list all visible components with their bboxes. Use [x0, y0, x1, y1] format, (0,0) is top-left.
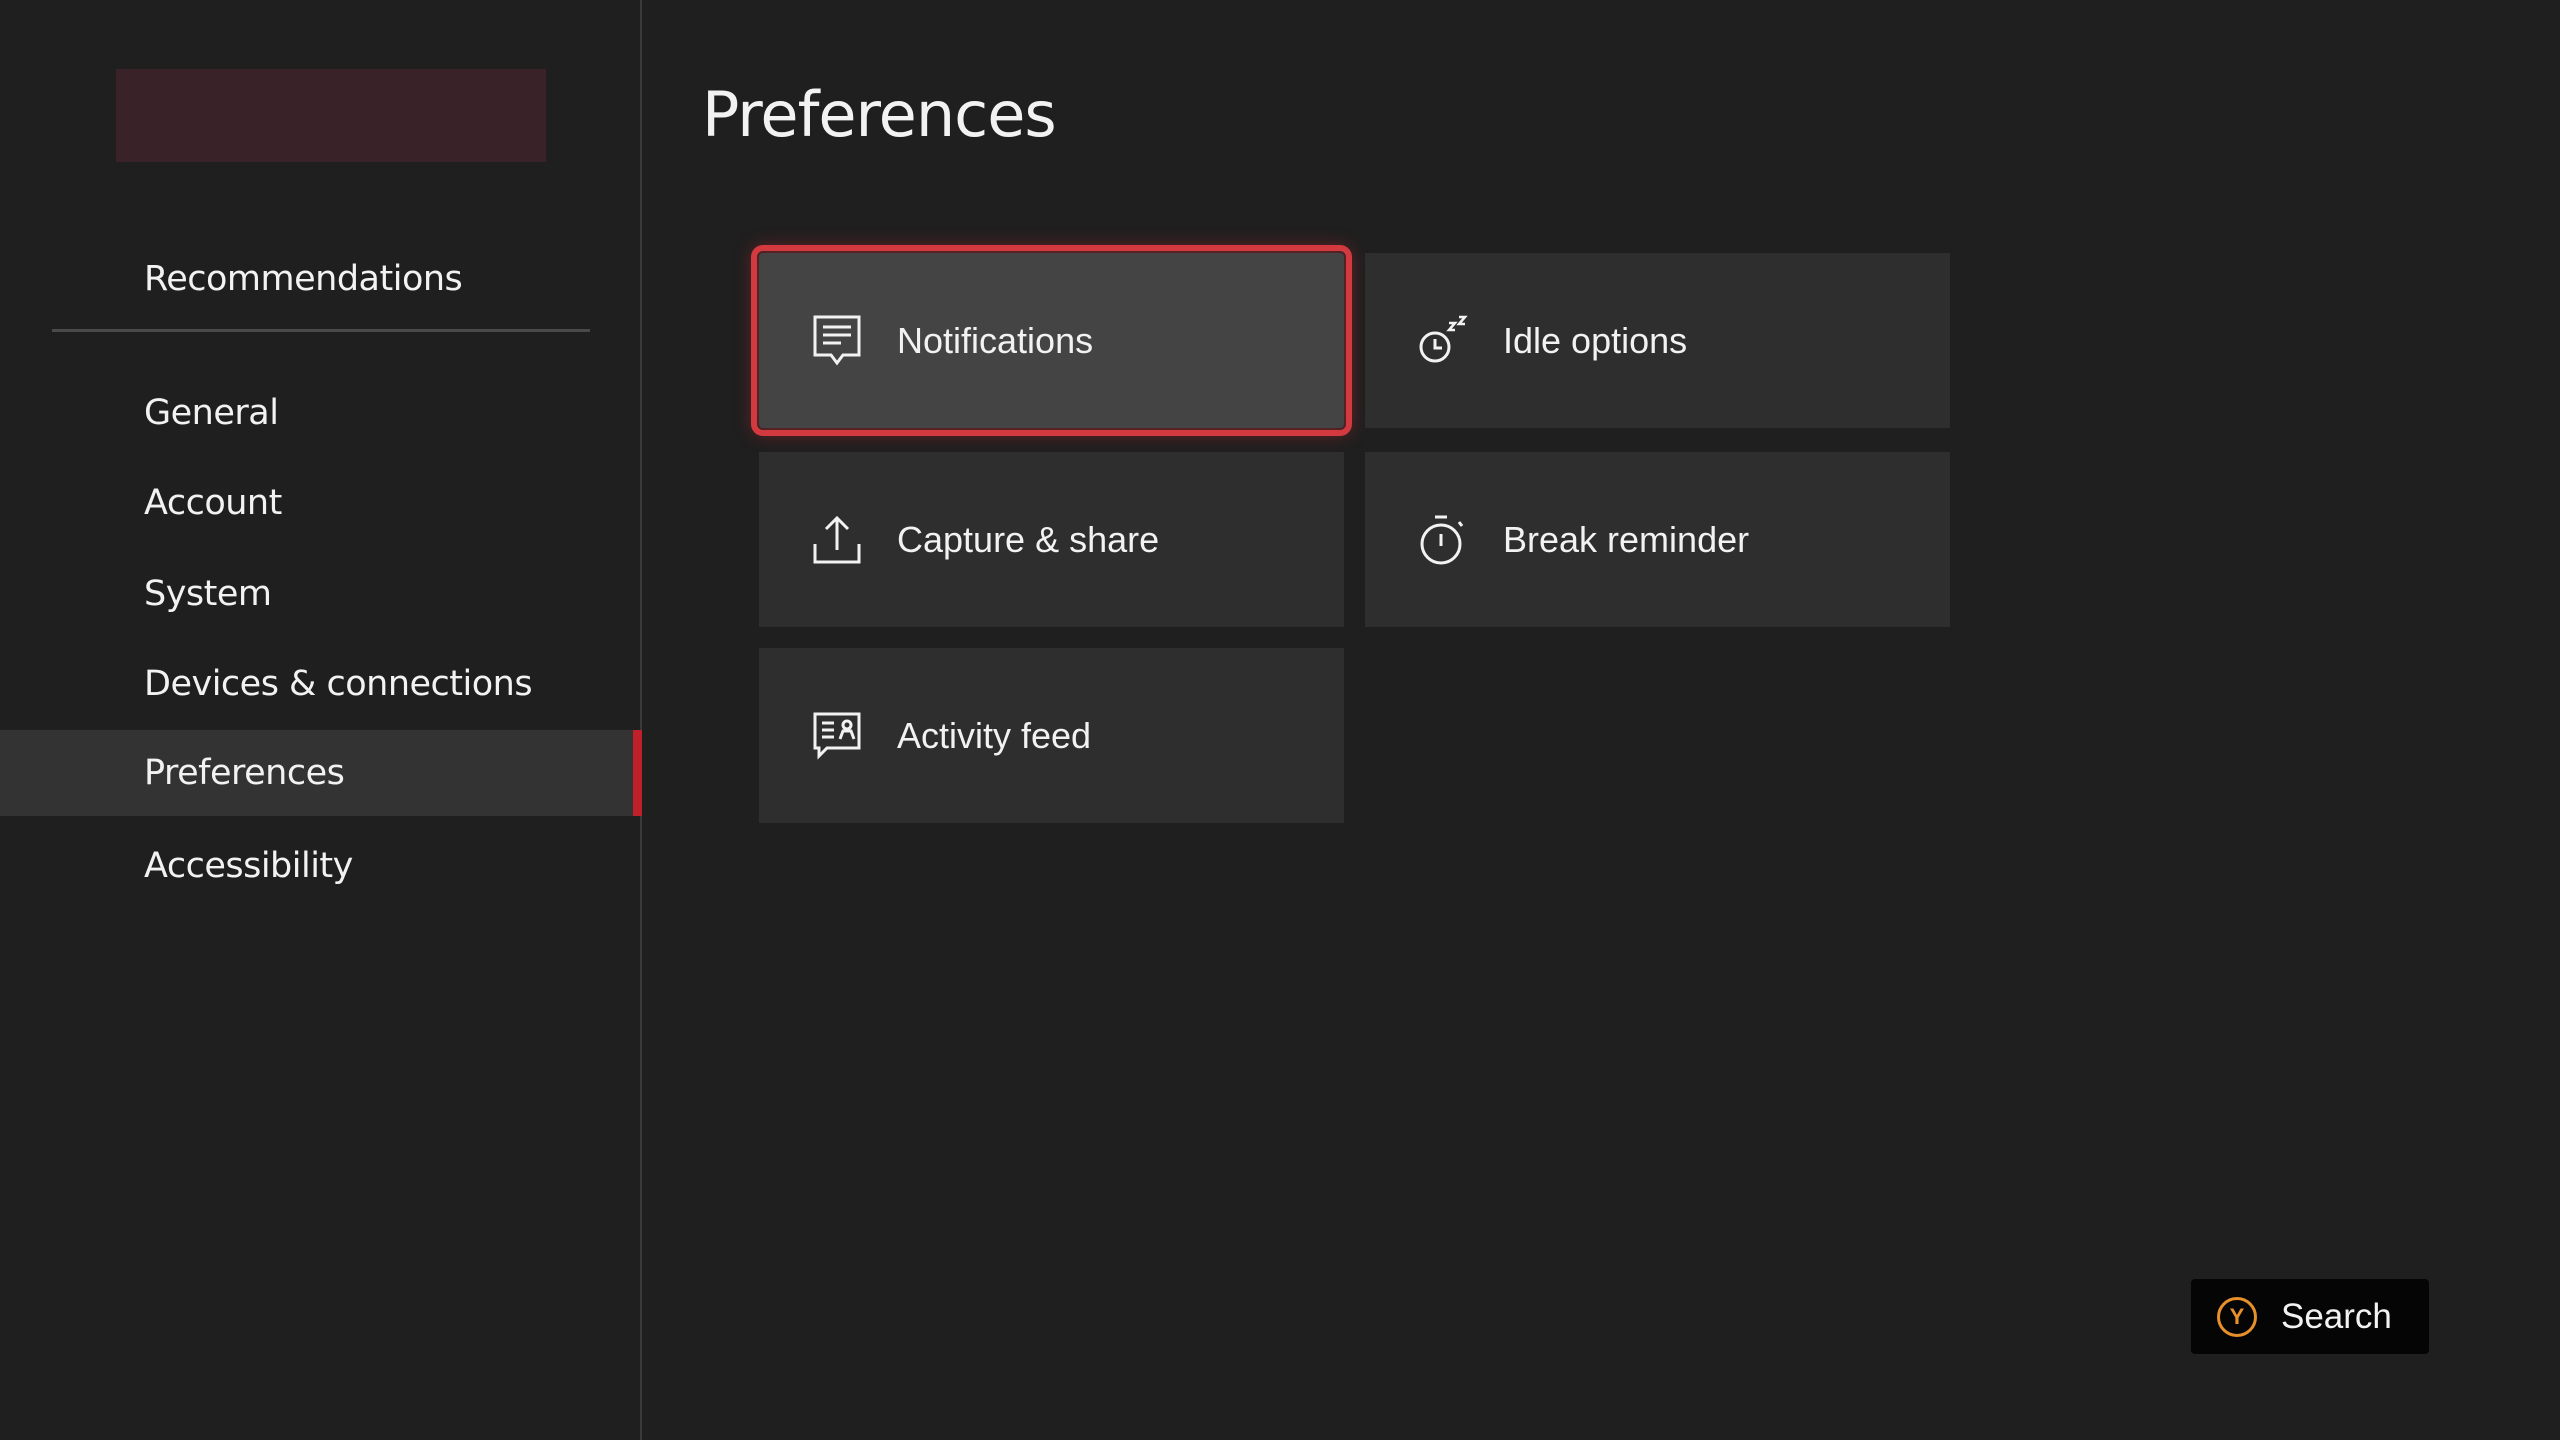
- tile-break-reminder[interactable]: Break reminder: [1365, 452, 1950, 627]
- notification-message-icon: [813, 315, 861, 365]
- search-label: Search: [2281, 1296, 2392, 1336]
- sidebar-item-account[interactable]: Account: [0, 460, 640, 546]
- tile-label: Capture & share: [897, 518, 1160, 560]
- tile-label: Idle options: [1503, 319, 1688, 361]
- sidebar-item-label: System: [144, 574, 272, 614]
- sidebar-item-general[interactable]: General: [0, 370, 640, 456]
- sidebar-item-label: General: [144, 393, 279, 433]
- activity-feed-icon: [813, 712, 861, 760]
- idle-clock-zzz-icon: [1419, 315, 1468, 362]
- sidebar-item-recommendations[interactable]: Recommendations: [0, 236, 640, 322]
- upload-share-icon: [813, 515, 861, 563]
- search-button[interactable]: Y Search: [2191, 1279, 2429, 1354]
- sidebar-divider: [52, 329, 590, 332]
- tile-notifications[interactable]: Notifications: [751, 245, 1352, 436]
- sidebar-item-accessibility[interactable]: Accessibility: [0, 823, 640, 909]
- sidebar-item-label: Recommendations: [144, 259, 463, 299]
- sidebar-item-system[interactable]: System: [0, 551, 640, 637]
- sidebar-item-label: Account: [144, 483, 282, 523]
- tile-label: Notifications: [897, 319, 1094, 361]
- sidebar: Recommendations General Account System D…: [0, 0, 642, 1440]
- sidebar-item-label: Accessibility: [144, 846, 353, 886]
- y-button-icon: Y: [2217, 1296, 2257, 1337]
- tile-capture-share[interactable]: Capture & share: [759, 452, 1344, 627]
- tile-activity-feed[interactable]: Activity feed: [759, 648, 1344, 823]
- sidebar-item-label: Preferences: [144, 753, 345, 793]
- tile-label: Activity feed: [897, 714, 1092, 756]
- sidebar-item-label: Devices & connections: [144, 664, 533, 704]
- sidebar-item-devices-connections[interactable]: Devices & connections: [0, 641, 640, 727]
- stopwatch-icon: [1420, 515, 1464, 564]
- profile-banner: [116, 69, 546, 162]
- tile-label: Break reminder: [1503, 518, 1750, 560]
- tile-idle-options[interactable]: Idle options: [1365, 253, 1950, 428]
- sidebar-item-preferences[interactable]: Preferences: [0, 730, 642, 816]
- page-title: Preferences: [702, 78, 1057, 151]
